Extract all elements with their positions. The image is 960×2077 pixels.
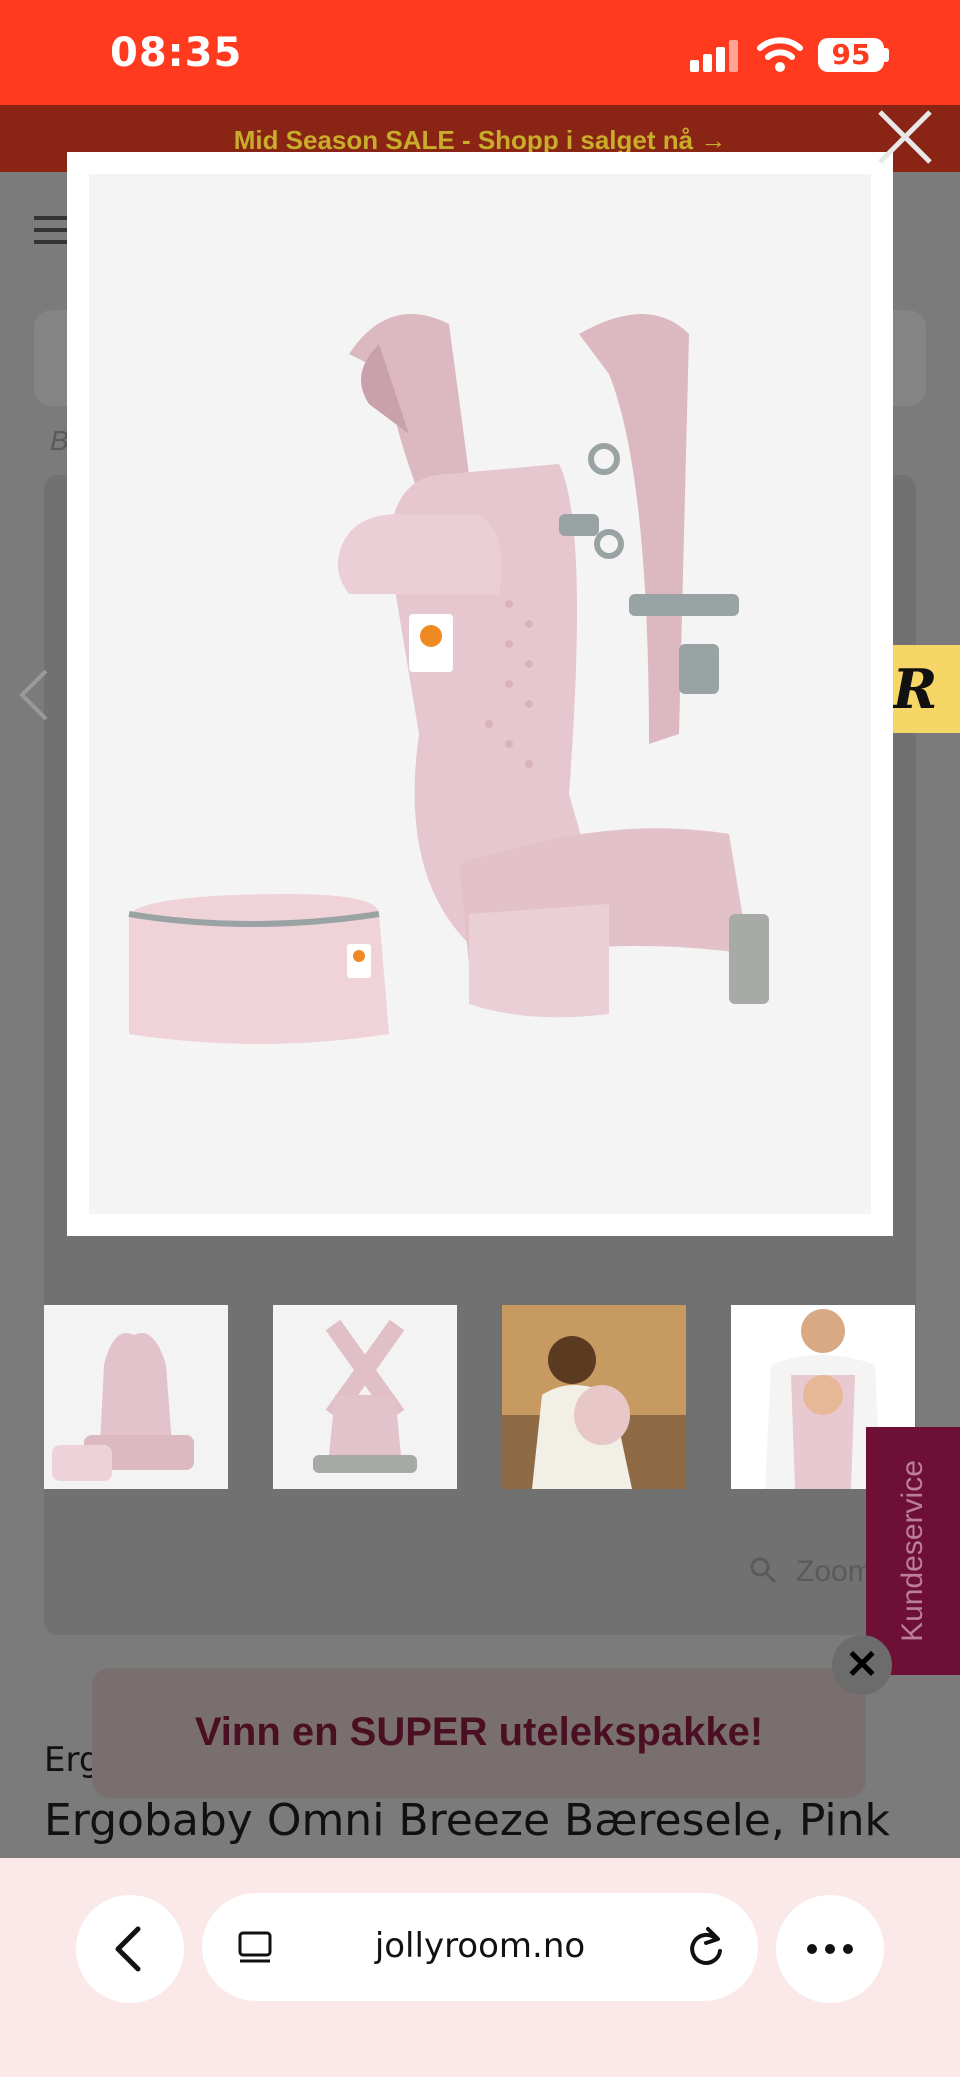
promo-close-icon[interactable]: ✕ [832, 1635, 892, 1695]
promo-banner[interactable]: Vinn en SUPER utelekspakke! [92, 1668, 866, 1798]
wifi-icon [757, 37, 803, 72]
gallery-thumbnail[interactable] [273, 1305, 457, 1489]
breadcrumb[interactable]: B [50, 425, 69, 457]
browser-back-button[interactable] [76, 1895, 184, 2003]
clock: 08:35 [110, 30, 243, 76]
chevron-left-icon[interactable] [14, 665, 54, 725]
promo-text: Vinn en SUPER utelekspakke! [194, 1710, 764, 1754]
reload-icon[interactable] [686, 1925, 726, 1969]
zoom-button[interactable]: Zoom [748, 1555, 873, 1593]
url-text: jollyroom.no [374, 1926, 586, 1966]
cellular-signal-icon [690, 40, 738, 72]
battery-tip [884, 48, 889, 62]
magnifier-icon [750, 1557, 777, 1584]
thumbnail-image [502, 1305, 686, 1489]
gallery-thumbnail[interactable] [44, 1305, 228, 1489]
thumbnail-image [273, 1305, 457, 1489]
zoom-label: Zoom [796, 1555, 873, 1588]
baby-carrier-illustration [89, 174, 871, 1214]
more-dots-icon [807, 1944, 853, 1954]
chevron-left-icon [115, 1926, 141, 1972]
customer-service-tab[interactable]: Kundeservice [866, 1427, 960, 1675]
more-options-button[interactable] [776, 1895, 884, 2003]
image-lightbox [67, 152, 893, 1236]
product-title: Ergobaby Omni Breeze Bæresele, Pink [44, 1795, 891, 1846]
close-icon[interactable] [874, 106, 936, 168]
battery-indicator: 95 [818, 38, 884, 72]
address-bar[interactable]: jollyroom.no [202, 1893, 758, 2001]
gallery-thumbnail[interactable] [502, 1305, 686, 1489]
lightbox-product-image [89, 174, 871, 1214]
customer-service-label: Kundeservice [896, 1460, 929, 1642]
thumbnail-image [44, 1305, 228, 1489]
